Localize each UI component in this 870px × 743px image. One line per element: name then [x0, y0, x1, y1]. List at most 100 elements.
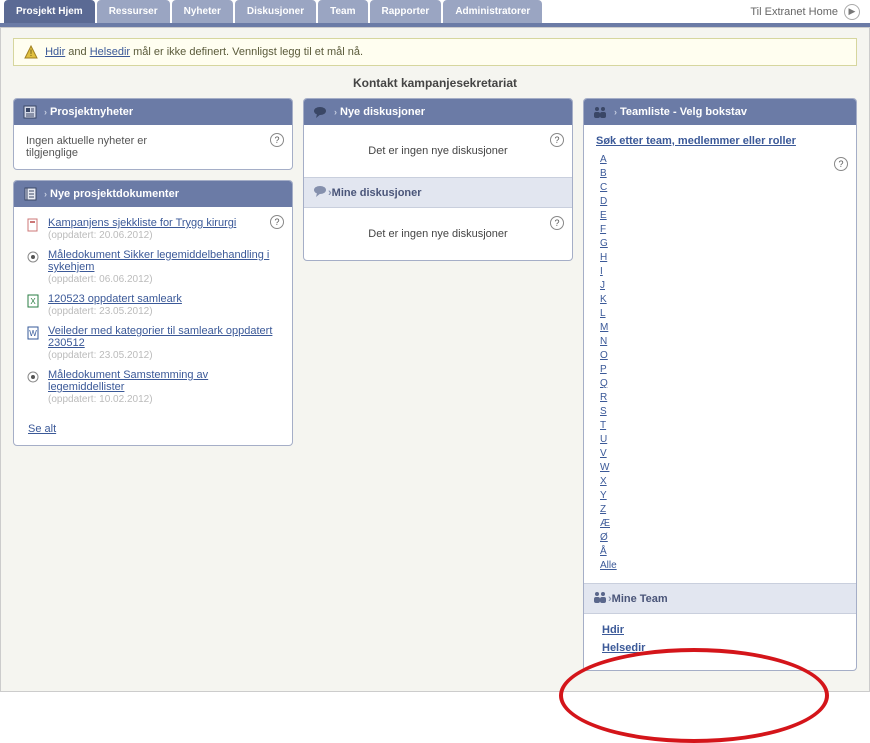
news-icon — [22, 104, 38, 120]
news-empty-text: Ingen aktuelle nyheter er tilgjenglige — [26, 135, 196, 159]
extranet-home-link[interactable]: Til Extranet Home ▶ — [750, 4, 860, 20]
file-word-icon: W — [26, 326, 42, 340]
doc-link[interactable]: Veileder med kategorier til samleark opp… — [48, 325, 272, 349]
tab-rapporter[interactable]: Rapporter — [370, 0, 442, 23]
panel-docs: › Nye prosjektdokumenter ? Kampanjens sj… — [13, 180, 293, 446]
help-icon[interactable]: ? — [550, 133, 564, 147]
team-link-helsedir[interactable]: Helsedir — [602, 642, 838, 654]
alpha-letter[interactable]: X — [600, 475, 844, 489]
alpha-letter[interactable]: T — [600, 419, 844, 433]
tab-administratorer[interactable]: Administratorer — [443, 0, 542, 23]
team-search-link[interactable]: Søk etter team, medlemmer eller roller — [596, 135, 844, 147]
tab-diskusjoner[interactable]: Diskusjoner — [235, 0, 316, 23]
alpha-letter[interactable]: M — [600, 321, 844, 335]
alpha-letter[interactable]: G — [600, 237, 844, 251]
nav-tabs: Prosjekt Hjem Ressurser Nyheter Diskusjo… — [0, 0, 870, 27]
alpha-letter[interactable]: Å — [600, 545, 844, 559]
tab-nyheter[interactable]: Nyheter — [172, 0, 233, 23]
doc-item: Kampanjens sjekkliste for Trygg kirurgi(… — [26, 217, 280, 241]
help-icon[interactable]: ? — [270, 133, 284, 147]
section-title: Kontakt kampanjesekretariat — [13, 76, 857, 90]
main-content: ! Hdir and Helsedir mål er ikke definert… — [0, 27, 870, 692]
file-icon — [26, 218, 42, 232]
people-icon — [592, 104, 608, 120]
doc-item: W Veileder med kategorier til samleark o… — [26, 325, 280, 361]
alpha-letter[interactable]: J — [600, 279, 844, 293]
people-icon — [592, 589, 608, 608]
doc-item: X 120523 oppdatert samleark(oppdatert: 2… — [26, 293, 280, 317]
help-icon[interactable]: ? — [550, 216, 564, 230]
doc-link[interactable]: Kampanjens sjekkliste for Trygg kirurgi — [48, 217, 236, 229]
alpha-letter[interactable]: Z — [600, 503, 844, 517]
chevron-right-icon: › — [44, 189, 47, 199]
team-link-hdir[interactable]: Hdir — [602, 624, 838, 636]
file-excel-icon: X — [26, 294, 42, 308]
alpha-letter[interactable]: K — [600, 293, 844, 307]
chat-icon — [312, 104, 328, 120]
alpha-letter[interactable]: S — [600, 405, 844, 419]
doc-item: Måledokument Sikker legemiddelbehandling… — [26, 249, 280, 285]
alpha-letter[interactable]: V — [600, 447, 844, 461]
doc-link[interactable]: Måledokument Samstemming av legemiddelli… — [48, 369, 208, 393]
svg-text:W: W — [29, 329, 37, 338]
panel-docs-title: Nye prosjektdokumenter — [50, 188, 179, 200]
see-all-link[interactable]: Se alt — [28, 423, 56, 435]
alpha-letter[interactable]: L — [600, 307, 844, 321]
alpha-letter[interactable]: E — [600, 209, 844, 223]
alpha-letter[interactable]: C — [600, 181, 844, 195]
alpha-letter[interactable]: I — [600, 265, 844, 279]
warning-icon: ! — [24, 45, 38, 59]
alpha-letter[interactable]: O — [600, 349, 844, 363]
panel-teamlist-title: Teamliste - Velg bokstav — [620, 106, 747, 118]
panel-discussions-header: › Nye diskusjoner — [304, 99, 572, 125]
doc-list: Kampanjens sjekkliste for Trygg kirurgi (… — [26, 217, 280, 405]
chevron-right-icon: › — [614, 107, 617, 117]
alpha-letter[interactable]: Y — [600, 489, 844, 503]
doc-meta: (oppdatert: 23.05.2012) — [48, 350, 153, 361]
alert-and: and — [65, 46, 89, 58]
chevron-right-icon: › — [44, 107, 47, 117]
alpha-letter[interactable]: Q — [600, 377, 844, 391]
panel-mine-discussions-title: Mine diskusjoner — [332, 187, 422, 199]
alpha-index: A B C D E F G H I J K L M N O — [600, 153, 844, 573]
doc-link[interactable]: Måledokument Sikker legemiddelbehandling… — [48, 249, 269, 273]
tab-ressurser[interactable]: Ressurser — [97, 0, 170, 23]
document-icon — [22, 186, 38, 202]
doc-meta: (oppdatert: 06.06.2012) — [48, 274, 153, 285]
alpha-letter[interactable]: N — [600, 335, 844, 349]
alert-link-hdir[interactable]: Hdir — [45, 46, 65, 58]
alpha-letter[interactable]: W — [600, 461, 844, 475]
panel-news-header: › Prosjektnyheter — [14, 99, 292, 125]
tab-team[interactable]: Team — [318, 0, 367, 23]
tab-prosjekt-hjem[interactable]: Prosjekt Hjem — [4, 0, 95, 23]
arrow-right-icon: ▶ — [844, 4, 860, 20]
alpha-letter[interactable]: Æ — [600, 517, 844, 531]
file-icon — [26, 250, 42, 264]
chat-icon — [312, 183, 328, 202]
alpha-letter[interactable]: B — [600, 167, 844, 181]
extranet-home-label: Til Extranet Home — [750, 6, 838, 18]
panel-mineteam-header: › Mine Team — [584, 583, 856, 614]
discussions-empty-new: Det er ingen nye diskusjoner — [316, 135, 560, 167]
help-icon[interactable]: ? — [270, 215, 284, 229]
panel-teamlist-header: › Teamliste - Velg bokstav — [584, 99, 856, 125]
alpha-letter[interactable]: A — [600, 153, 844, 167]
alert-text: mål er ikke definert. Vennligst legg til… — [130, 46, 363, 58]
alpha-letter[interactable]: P — [600, 363, 844, 377]
panel-mine-discussions-header: › Mine diskusjoner — [304, 177, 572, 208]
discussions-empty-mine: Det er ingen nye diskusjoner — [316, 218, 560, 250]
alert-link-helsedir[interactable]: Helsedir — [90, 46, 130, 58]
doc-link[interactable]: 120523 oppdatert samleark — [48, 293, 182, 305]
alpha-letter[interactable]: U — [600, 433, 844, 447]
alpha-letter[interactable]: Ø — [600, 531, 844, 545]
alpha-letter[interactable]: Alle — [600, 559, 844, 573]
help-icon[interactable]: ? — [834, 157, 848, 171]
alpha-letter[interactable]: D — [600, 195, 844, 209]
alpha-letter[interactable]: R — [600, 391, 844, 405]
doc-item: Måledokument Samstemming av legemiddelli… — [26, 369, 280, 405]
panel-news-title: Prosjektnyheter — [50, 106, 133, 118]
panel-discussions: › Nye diskusjoner ? Det er ingen nye dis… — [303, 98, 573, 261]
alpha-letter[interactable]: F — [600, 223, 844, 237]
panel-news: › Prosjektnyheter ? Ingen aktuelle nyhet… — [13, 98, 293, 170]
alpha-letter[interactable]: H — [600, 251, 844, 265]
